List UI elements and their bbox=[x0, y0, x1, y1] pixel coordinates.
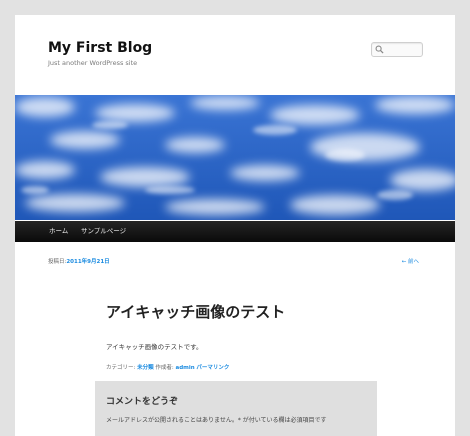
post-date-prefix: 投稿日: bbox=[48, 259, 67, 265]
post-date-meta: 投稿日:2011年9月21日 bbox=[48, 257, 110, 265]
search-input[interactable] bbox=[385, 44, 421, 55]
category-label: カテゴリー: bbox=[106, 365, 136, 371]
post-title[interactable]: アイキャッチ画像のテスト bbox=[106, 301, 285, 322]
site-title[interactable]: My First Blog bbox=[48, 40, 152, 56]
reply-title: コメントをどうぞ bbox=[106, 397, 179, 407]
header-image-sky bbox=[15, 95, 455, 220]
post-date-link[interactable]: 2011年9月21日 bbox=[66, 259, 109, 265]
comment-form-area: コメントをどうぞ メールアドレスが公開されることはありません。* が付いている欄… bbox=[95, 381, 377, 436]
post-footer-meta: カテゴリー: 未分類 作成者: admin パーマリンク bbox=[106, 363, 229, 371]
page: My First Blog Just another WordPress sit… bbox=[15, 15, 455, 436]
post-content: アイキャッチ画像のテストです。 bbox=[106, 343, 203, 351]
author-label: 作成者: bbox=[155, 365, 174, 371]
permalink-link[interactable]: パーマリンク bbox=[196, 365, 229, 371]
site-header: My First Blog Just another WordPress sit… bbox=[15, 15, 455, 95]
nav-item-home[interactable]: ホーム bbox=[49, 221, 68, 242]
site-description: Just another WordPress site bbox=[48, 59, 138, 67]
main-menu-bar: ホーム サンプルページ bbox=[15, 221, 455, 242]
comment-notes: メールアドレスが公開されることはありません。* が付いている欄は必須項目です bbox=[106, 417, 327, 424]
search-box[interactable] bbox=[371, 42, 423, 57]
author-link[interactable]: admin bbox=[175, 365, 194, 371]
nav-item-sample-page[interactable]: サンプルページ bbox=[81, 221, 126, 242]
category-link[interactable]: 未分類 bbox=[137, 365, 154, 371]
search-icon bbox=[375, 45, 384, 54]
previous-post-link[interactable]: ← 前へ bbox=[402, 257, 419, 265]
